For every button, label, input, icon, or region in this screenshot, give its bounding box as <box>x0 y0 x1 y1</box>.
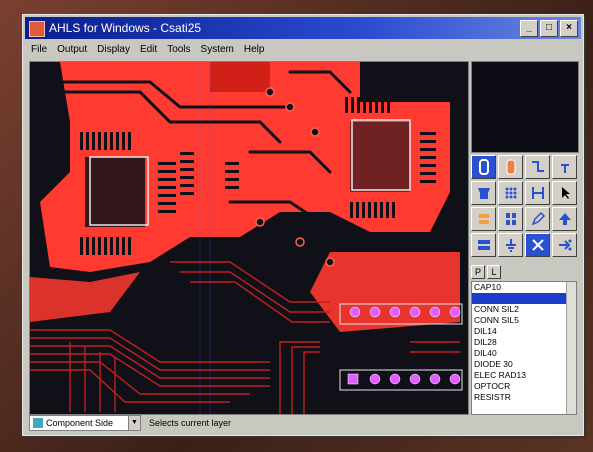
minimize-button[interactable]: _ <box>520 20 538 37</box>
pcb-layout <box>30 62 468 414</box>
list-item[interactable]: OPTOCR <box>472 381 576 392</box>
connect-tool-icon[interactable] <box>525 181 550 205</box>
menu-file[interactable]: File <box>31 41 47 59</box>
menu-system[interactable]: System <box>201 41 234 59</box>
window-title: AHLS for Windows - Csati25 <box>49 21 202 35</box>
list-item[interactable]: CONN SIL2 <box>472 304 576 315</box>
list-item[interactable]: DIL14 <box>472 326 576 337</box>
chevron-down-icon[interactable]: ▼ <box>128 416 140 430</box>
pad-tool-icon[interactable] <box>498 155 523 179</box>
menu-help[interactable]: Help <box>244 41 265 59</box>
status-hint: Selects current layer <box>149 418 232 428</box>
pointer-arrow-icon[interactable] <box>552 155 577 179</box>
right-panel: P L CAP10 CONN SIL2 CONN SIL5 DIL14 DIL2… <box>471 61 579 415</box>
board-preview[interactable] <box>471 61 579 153</box>
list-item-selected[interactable] <box>472 293 576 304</box>
track-tool-icon[interactable] <box>525 155 550 179</box>
fill-tool-icon[interactable] <box>471 207 496 231</box>
tab-l[interactable]: L <box>487 265 501 279</box>
list-item[interactable]: ELEC RAD13 <box>472 370 576 381</box>
menu-display[interactable]: Display <box>97 41 130 59</box>
layer-color-swatch <box>33 418 43 428</box>
layer-tool-icon[interactable] <box>471 233 496 257</box>
window-controls: _ □ × <box>520 20 578 37</box>
route-tool-icon[interactable] <box>552 233 577 257</box>
layer-select-value: Component Side <box>46 418 114 428</box>
photo-frame: AHLS for Windows - Csati25 _ □ × File Ou… <box>0 0 593 452</box>
component-library-list[interactable]: CAP10 CONN SIL2 CONN SIL5 DIL14 DIL28 DI… <box>471 281 577 415</box>
menu-tools[interactable]: Tools <box>167 41 190 59</box>
list-item[interactable]: CONN SIL5 <box>472 315 576 326</box>
ground-tool-icon[interactable] <box>498 233 523 257</box>
edit-tool-icon[interactable] <box>525 207 550 231</box>
close-button[interactable]: × <box>560 20 578 37</box>
menu-edit[interactable]: Edit <box>140 41 157 59</box>
menu-output[interactable]: Output <box>57 41 87 59</box>
pcb-canvas[interactable] <box>29 61 469 415</box>
grid-tool-icon[interactable] <box>498 181 523 205</box>
tab-p[interactable]: P <box>471 265 485 279</box>
layer-select[interactable]: Component Side ▼ <box>29 415 141 431</box>
list-item[interactable]: DIODE 30 <box>472 359 576 370</box>
up-arrow-icon[interactable] <box>552 207 577 231</box>
menu-bar: File Output Display Edit Tools System He… <box>25 41 581 59</box>
app-window: AHLS for Windows - Csati25 _ □ × File Ou… <box>22 14 584 436</box>
via-tool-icon[interactable] <box>471 155 496 179</box>
pins-tool-icon[interactable] <box>498 207 523 231</box>
component-tool-icon[interactable] <box>471 181 496 205</box>
list-item[interactable]: RESISTR <box>472 392 576 403</box>
app-icon <box>29 21 45 37</box>
title-bar[interactable]: AHLS for Windows - Csati25 _ □ × <box>25 17 581 39</box>
library-tabs: P L <box>471 265 501 279</box>
delete-tool-icon[interactable] <box>525 233 550 257</box>
list-item[interactable]: CAP10 <box>472 282 576 293</box>
maximize-button[interactable]: □ <box>540 20 558 37</box>
library-scrollbar[interactable] <box>566 282 576 414</box>
select-arrow-icon[interactable] <box>552 181 577 205</box>
tool-palette <box>471 155 577 259</box>
status-bar: Component Side ▼ Selects current layer <box>27 415 579 431</box>
list-item[interactable]: DIL40 <box>472 348 576 359</box>
list-item[interactable]: DIL28 <box>472 337 576 348</box>
